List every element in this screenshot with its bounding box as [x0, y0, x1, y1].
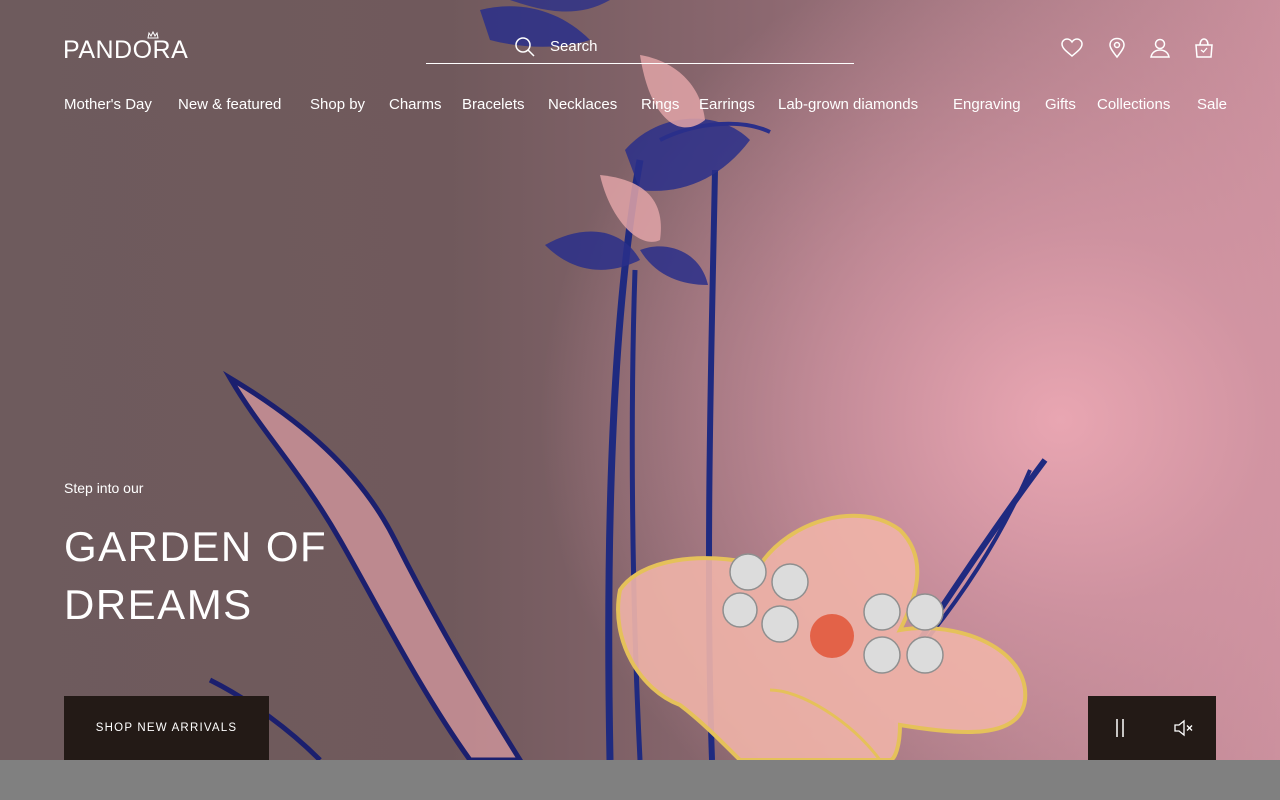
nav-item-gifts[interactable]: Gifts [1045, 94, 1076, 116]
crown-icon [147, 31, 159, 39]
pandora-logo[interactable]: PANDORA [63, 30, 205, 64]
brand-name: PANDORA [63, 36, 189, 64]
nav-item-necklaces[interactable]: Necklaces [548, 94, 617, 116]
nav-item-earrings[interactable]: Earrings [699, 94, 755, 116]
search-input[interactable] [550, 34, 830, 58]
nav-item-sale[interactable]: Sale [1197, 94, 1227, 116]
search-icon[interactable] [514, 36, 536, 58]
shop-new-arrivals-button[interactable]: SHOP NEW ARRIVALS [64, 696, 269, 760]
search-bar[interactable] [426, 30, 854, 64]
user-icon[interactable] [1148, 36, 1172, 60]
nav-item-collections[interactable]: Collections [1097, 94, 1170, 116]
header-icons [1060, 36, 1220, 60]
nav-item-bracelets[interactable]: Bracelets [462, 94, 525, 116]
hero-title: GARDEN OF DREAMS [64, 523, 328, 628]
hero-kicker: Step into our [64, 480, 144, 496]
nav-item-shop-by[interactable]: Shop by [310, 94, 365, 116]
nav-item-rings[interactable]: Rings [641, 94, 679, 116]
location-pin-icon[interactable] [1105, 36, 1129, 60]
muted-speaker-icon[interactable] [1172, 716, 1196, 740]
heart-icon[interactable] [1060, 36, 1084, 60]
pause-icon[interactable] [1108, 716, 1132, 740]
nav-item-new-featured[interactable]: New & featured [178, 94, 281, 116]
shopping-bag-icon[interactable] [1192, 36, 1216, 60]
nav-item-engraving[interactable]: Engraving [953, 94, 1021, 116]
nav-item-lab-grown-diamonds[interactable]: Lab-grown diamonds [778, 94, 918, 116]
video-controls [1088, 696, 1216, 760]
footer-band [0, 760, 1280, 800]
nav-item-charms[interactable]: Charms [389, 94, 442, 116]
nav-item-mothers-day[interactable]: Mother's Day [64, 94, 152, 116]
